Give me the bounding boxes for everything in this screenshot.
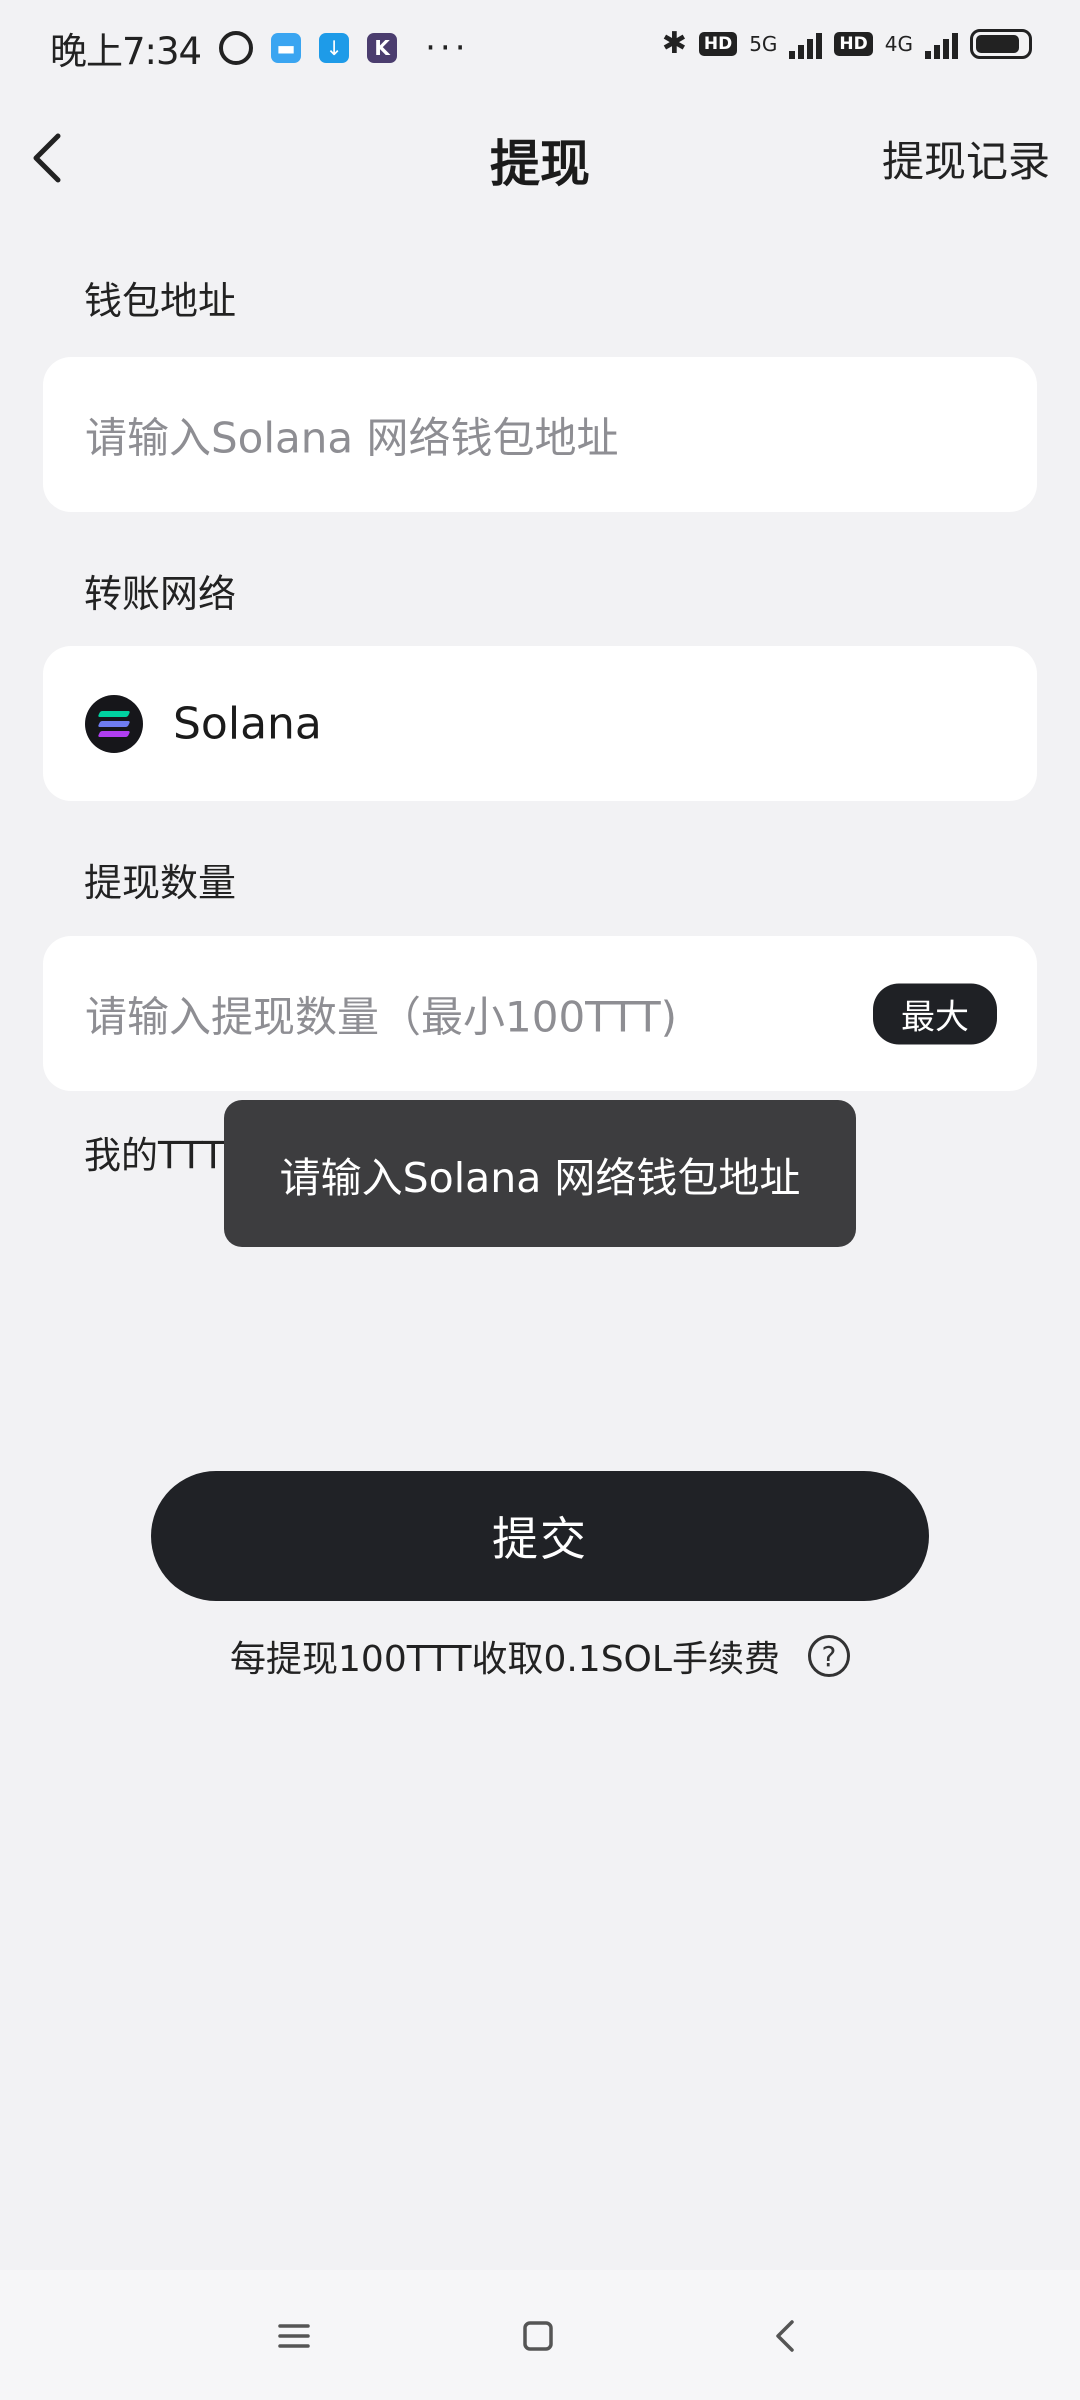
help-icon[interactable]: ? [807,1635,850,1677]
home-square-icon [523,2321,553,2351]
amount-input[interactable]: 请输入提现数量（最小100TTT) 最大 [43,936,1037,1091]
hd-badge-2: HD [834,31,873,56]
amount-label: 提现数量 [84,861,237,905]
amount-placeholder: 请输入提现数量（最小100TTT) [85,992,678,1041]
menu-icon [278,2324,310,2348]
system-back-button[interactable] [756,2306,816,2366]
system-nav-bar [0,2270,1080,2400]
max-button[interactable]: 最大 [873,983,997,1044]
signal-icon-2 [925,29,958,59]
network-5g-label: 5G [749,31,778,56]
address-placeholder: 请输入Solana 网络钱包地址 [85,413,619,462]
submit-button[interactable]: 提交 [151,1471,929,1601]
header: 提现 提现记录 [0,108,1080,204]
battery-icon [970,28,1032,59]
solana-logo-icon [85,694,143,753]
network-value: Solana [173,698,322,749]
back-triangle-icon [776,2320,794,2352]
status-time: 晚上7:34 [50,30,202,73]
bluetooth-icon: ✱ [661,26,687,61]
toast-message: 请输入Solana 网络钱包地址 [224,1100,856,1247]
recent-apps-button[interactable] [264,2306,324,2366]
network-selector[interactable]: Solana [43,646,1037,801]
alarm-icon [219,31,254,65]
address-input[interactable]: 请输入Solana 网络钱包地址 [43,357,1037,512]
status-right: ✱ HD 5G HD 4G [662,26,1032,61]
fee-note: 每提现100TTT收取0.1SOL手续费 [230,1639,780,1680]
battery-level [976,34,1019,53]
network-4g-label: 4G [884,31,913,56]
withdraw-history-link[interactable]: 提现记录 [882,128,1050,189]
signal-icon [789,29,823,59]
chat-app-icon: ▬ [271,33,302,63]
status-left: 晚上7:34 ▬ ↓ K ··· [50,21,470,75]
network-label: 转账网络 [84,572,237,616]
hd-badge: HD [698,31,738,56]
fee-note-row: 每提现100TTT收取0.1SOL手续费 ? [0,1630,1080,1682]
home-button[interactable] [508,2306,568,2366]
address-label: 钱包地址 [84,279,237,323]
more-notifications-icon: ··· [425,28,470,68]
k-app-icon: K [367,33,398,63]
status-bar: 晚上7:34 ▬ ↓ K ··· ✱ HD 5G HD 4G [0,0,1080,96]
download-icon: ↓ [319,33,350,63]
